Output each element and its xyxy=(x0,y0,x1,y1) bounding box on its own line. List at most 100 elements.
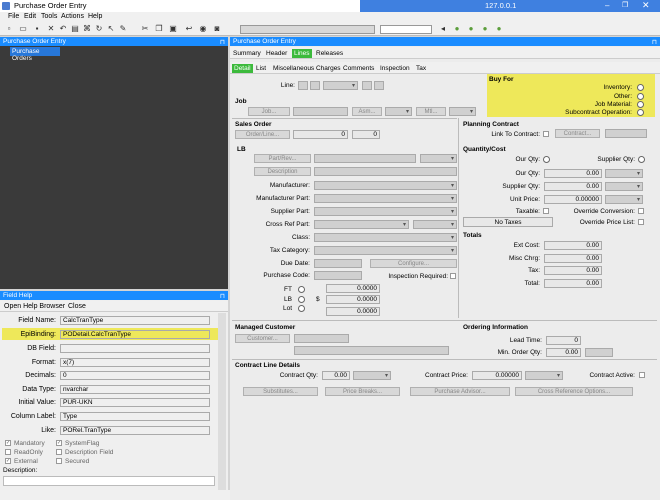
menu-actions[interactable]: Actions xyxy=(61,13,84,20)
taxable-checkbox[interactable] xyxy=(543,208,549,214)
search-go-icon[interactable]: ◂ xyxy=(438,24,448,34)
supplier-part-dropdown[interactable] xyxy=(314,207,457,216)
contract-qty-field[interactable]: 0.00 xyxy=(322,371,350,380)
pin-icon[interactable]: ⊓ xyxy=(220,38,225,46)
next-line-button[interactable] xyxy=(362,81,372,90)
link-to-contract-checkbox[interactable] xyxy=(543,131,549,137)
order-line-field[interactable]: 0 xyxy=(352,130,380,139)
prev-line-button[interactable] xyxy=(310,81,320,90)
job-button[interactable]: Job... xyxy=(248,107,290,116)
manufacturer-dropdown[interactable] xyxy=(314,181,457,190)
buy-for-other-radio[interactable] xyxy=(637,93,644,100)
prev-record-icon[interactable]: ● xyxy=(466,24,476,34)
override-conversion-checkbox[interactable] xyxy=(638,208,644,214)
tools-icon[interactable]: ✎ xyxy=(118,24,128,34)
tab-releases[interactable]: Releases xyxy=(316,50,343,57)
minimize-icon[interactable]: – xyxy=(605,1,609,10)
tab-inspection[interactable]: Inspection xyxy=(380,65,410,72)
print-icon[interactable]: ▤ xyxy=(70,24,80,34)
tab-tax[interactable]: Tax xyxy=(416,65,426,72)
dim-lot-value[interactable]: 0.0000 xyxy=(326,307,380,316)
mtl-dropdown[interactable] xyxy=(449,107,476,116)
maximize-icon[interactable]: ❐ xyxy=(622,1,628,9)
tab-misc-charges[interactable]: Miscellaneous Charges xyxy=(273,65,341,72)
first-line-button[interactable] xyxy=(298,81,308,90)
tab-lines[interactable]: Lines xyxy=(292,49,312,58)
field-help-pin-icon[interactable]: ⊓ xyxy=(220,292,225,300)
dim-lb-value[interactable]: 0.0000 xyxy=(326,295,380,304)
search-dropdown[interactable] xyxy=(380,25,432,34)
buy-for-inventory-radio[interactable] xyxy=(637,84,644,91)
order-line-button[interactable]: Order/Line... xyxy=(235,130,290,139)
cross-ref-part-dropdown[interactable] xyxy=(314,220,409,229)
asm-button[interactable]: Asm... xyxy=(352,107,382,116)
field-help-scrollbar[interactable] xyxy=(218,313,226,493)
lead-time-field[interactable]: 0 xyxy=(546,336,581,345)
manufacturer-part-dropdown[interactable] xyxy=(314,194,457,203)
cut-icon[interactable]: ✂ xyxy=(140,24,150,34)
menu-file[interactable]: File xyxy=(8,13,19,20)
last-record-icon[interactable]: ● xyxy=(494,24,504,34)
tab-detail[interactable]: Detail xyxy=(232,64,253,73)
copy-icon[interactable]: ❐ xyxy=(154,24,164,34)
first-record-icon[interactable]: ● xyxy=(452,24,462,34)
configure-button[interactable]: Configure... xyxy=(370,259,457,268)
price-breaks-button[interactable]: Price Breaks... xyxy=(325,387,400,396)
price-uom-dropdown[interactable] xyxy=(605,195,643,204)
field-help-close[interactable]: Close xyxy=(68,303,86,310)
main-pin-icon[interactable]: ⊓ xyxy=(652,38,657,46)
override-price-list-checkbox[interactable] xyxy=(638,219,644,225)
supplier-uom-dropdown[interactable] xyxy=(605,182,643,191)
no-taxes-button[interactable]: No Taxes xyxy=(463,217,553,227)
part-number-field[interactable] xyxy=(314,154,416,163)
dim-ft-radio[interactable] xyxy=(298,286,305,293)
our-qty-field[interactable]: 0.00 xyxy=(544,169,602,178)
dim-ft-value[interactable]: 0.0000 xyxy=(326,284,380,293)
record-selector[interactable] xyxy=(240,25,375,34)
contract-uom-dropdown[interactable] xyxy=(353,371,391,380)
our-uom-dropdown[interactable] xyxy=(605,169,643,178)
line-selector[interactable] xyxy=(323,81,358,90)
dim-lb-radio[interactable] xyxy=(298,296,305,303)
buy-for-job-material-radio[interactable] xyxy=(637,101,644,108)
new-icon[interactable]: ▫ xyxy=(4,24,14,34)
contract-field[interactable] xyxy=(605,129,647,138)
attach-icon[interactable]: ⌘ xyxy=(82,24,92,34)
open-icon[interactable]: ▭ xyxy=(18,24,28,34)
mtl-button[interactable]: Mtl... xyxy=(416,107,446,116)
pointer-icon[interactable]: ↖ xyxy=(106,24,116,34)
close-icon[interactable]: ✕ xyxy=(642,0,650,11)
customer-id-field[interactable] xyxy=(294,334,349,343)
contract-button[interactable]: Contract... xyxy=(555,129,600,138)
back-icon[interactable]: ↩ xyxy=(184,24,194,34)
cross-ref-type-dropdown[interactable] xyxy=(413,220,457,229)
description-button[interactable]: Description xyxy=(254,167,311,176)
due-date-field[interactable] xyxy=(314,259,362,268)
asm-dropdown[interactable] xyxy=(385,107,412,116)
unit-price-field[interactable]: 0.00000 xyxy=(544,195,602,204)
undo-icon[interactable]: ↶ xyxy=(58,24,68,34)
delete-icon[interactable]: ✕ xyxy=(46,24,56,34)
our-qty-radio[interactable] xyxy=(543,156,550,163)
tab-header[interactable]: Header xyxy=(266,50,287,57)
tax-category-dropdown[interactable] xyxy=(314,246,457,255)
next-record-icon[interactable]: ● xyxy=(480,24,490,34)
supplier-qty-radio[interactable] xyxy=(638,156,645,163)
tab-list[interactable]: List xyxy=(256,65,266,72)
menu-tools[interactable]: Tools xyxy=(41,13,57,20)
purchase-code-field[interactable] xyxy=(314,271,362,280)
description-field[interactable] xyxy=(314,167,457,176)
tab-comments[interactable]: Comments xyxy=(343,65,374,72)
dim-lot-radio[interactable] xyxy=(298,305,305,312)
inspection-required-checkbox[interactable] xyxy=(450,273,456,279)
menu-help[interactable]: Help xyxy=(88,13,102,20)
open-help-browser[interactable]: Open Help Browser xyxy=(4,303,65,310)
contract-active-checkbox[interactable] xyxy=(639,372,645,378)
menu-edit[interactable]: Edit xyxy=(24,13,36,20)
part-rev-button[interactable]: Part/Rev... xyxy=(254,154,311,163)
camera-icon[interactable]: ◙ xyxy=(212,24,222,34)
contract-price-field[interactable]: 0.00000 xyxy=(472,371,522,380)
buy-for-subcontract-radio[interactable] xyxy=(637,109,644,116)
nav-item-purchase-orders[interactable]: Purchase Orders xyxy=(10,47,60,62)
cross-reference-options-button[interactable]: Cross Reference Options... xyxy=(515,387,633,396)
